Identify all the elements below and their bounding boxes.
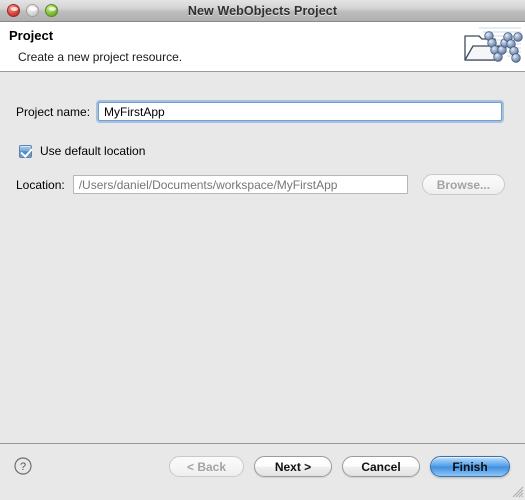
wizard-header: Project Create a new project resource. xyxy=(0,22,525,72)
new-webobjects-project-dialog: New WebObjects Project Project Create a … xyxy=(0,0,525,500)
location-label: Location: xyxy=(16,177,65,192)
wizard-footer: ? < Back Next > Cancel Finish xyxy=(0,443,525,499)
checkmark-icon xyxy=(20,144,33,158)
help-button[interactable]: ? xyxy=(14,457,32,475)
page-description: Create a new project resource. xyxy=(18,50,183,64)
back-button[interactable]: < Back xyxy=(169,456,244,477)
project-name-row: Project name: xyxy=(0,102,525,121)
window-traffic-lights xyxy=(7,4,58,17)
page-title: Project xyxy=(9,28,54,43)
window-title: New WebObjects Project xyxy=(187,3,338,18)
browse-button[interactable]: Browse... xyxy=(421,174,506,195)
help-question-icon: ? xyxy=(14,457,32,475)
location-row: Location: Browse... xyxy=(0,174,525,195)
next-button[interactable]: Next > xyxy=(254,456,332,477)
svg-text:?: ? xyxy=(20,461,26,473)
cancel-button[interactable]: Cancel xyxy=(342,456,420,477)
resize-grip[interactable] xyxy=(510,484,524,498)
use-default-location-label: Use default location xyxy=(40,144,146,158)
project-name-label: Project name: xyxy=(16,104,91,119)
webobjects-project-icon xyxy=(461,24,523,72)
use-default-location-checkbox[interactable] xyxy=(19,144,33,158)
wizard-content: Project name: Use default location Locat… xyxy=(0,72,525,443)
minimize-window-button[interactable] xyxy=(26,4,39,17)
project-name-input[interactable] xyxy=(98,102,503,121)
use-default-location-row[interactable]: Use default location xyxy=(0,144,145,158)
window-titlebar: New WebObjects Project xyxy=(0,0,525,22)
wizard-button-bar: < Back Next > Cancel Finish xyxy=(169,456,510,477)
close-window-button[interactable] xyxy=(7,4,20,17)
location-input[interactable] xyxy=(72,175,408,194)
finish-button[interactable]: Finish xyxy=(430,456,510,477)
zoom-window-button[interactable] xyxy=(45,4,58,17)
